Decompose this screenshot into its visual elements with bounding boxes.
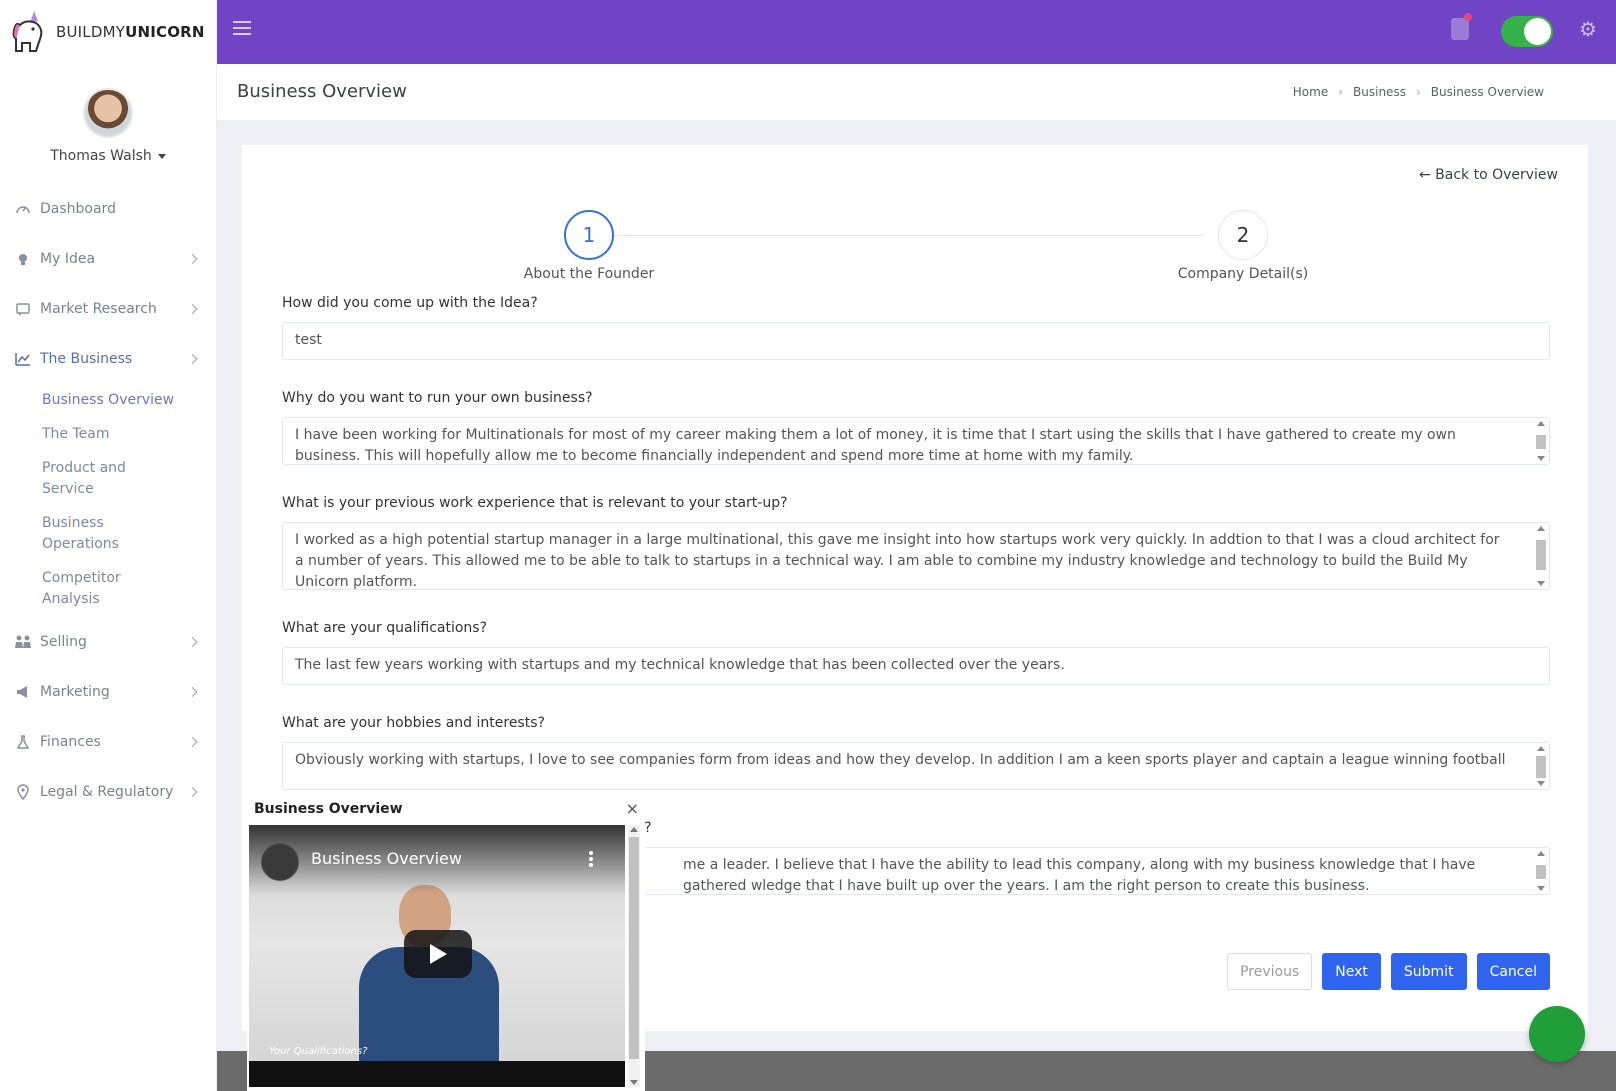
sidebar-item-the-business[interactable]: The Business — [0, 334, 216, 384]
chat-fab-button[interactable] — [1529, 1006, 1585, 1062]
unicorn-logo-icon — [12, 11, 43, 52]
textarea-scrollbar[interactable] — [1535, 746, 1547, 786]
form-buttons: Previous Next Submit Cancel — [1227, 953, 1550, 990]
page-header: Business Overview Home › Business › Busi… — [217, 64, 1616, 121]
textarea-scrollbar[interactable] — [1535, 421, 1547, 461]
sidebar-item-dashboard[interactable]: Dashboard — [0, 184, 216, 234]
step-2-circle[interactable]: 2 — [1218, 210, 1268, 260]
step-1-circle[interactable]: 1 — [564, 210, 614, 260]
video-title[interactable]: Business Overview — [311, 849, 462, 868]
chat-icon — [14, 300, 32, 318]
chevron-right-icon — [187, 304, 198, 314]
location-pin-icon — [14, 783, 32, 801]
sidebar-sub-competitor-analysis[interactable]: Competitor Analysis — [42, 562, 152, 617]
chevron-right-icon — [187, 637, 198, 647]
chevron-right-icon: › — [1338, 85, 1344, 99]
question-label: What are your hobbies and interests? — [282, 715, 545, 731]
topbar: ⚙ — [217, 0, 1616, 64]
stepper-line — [592, 235, 1204, 236]
question-label: What are your qualifications? — [282, 620, 488, 636]
popup-scrollbar[interactable] — [628, 825, 640, 1087]
sidebar-sub-product-and-service[interactable]: Product and Service — [42, 452, 152, 507]
channel-avatar[interactable] — [261, 843, 299, 881]
logo[interactable]: BUILDMYUNICORN — [0, 0, 216, 64]
user-menu[interactable]: Thomas Walsh — [0, 148, 216, 164]
sidebar-sub-business-operations[interactable]: Business Operations — [42, 507, 152, 562]
mode-toggle[interactable] — [1501, 16, 1553, 47]
avatar[interactable] — [83, 88, 133, 138]
video-caption: Your Qualifications? — [269, 1046, 368, 1057]
answer-textarea-motivation[interactable]: I have been working for Multinationals f… — [282, 417, 1550, 465]
breadcrumb-home[interactable]: Home — [1293, 85, 1328, 99]
more-options-icon[interactable] — [589, 851, 593, 867]
megaphone-icon — [14, 683, 32, 701]
notification-badge — [1464, 13, 1472, 21]
breadcrumb-current: Business Overview — [1430, 85, 1544, 99]
sidebar-item-finances[interactable]: Finances — [0, 717, 216, 767]
answer-textarea-hobbies[interactable]: Obviously working with startups, I love … — [282, 742, 1550, 790]
sidebar-sub-business-overview[interactable]: Business Overview — [42, 384, 216, 418]
question-label: How did you come up with the Idea? — [282, 295, 538, 311]
video-player[interactable]: Business Overview Your Qualifications? — [249, 825, 625, 1087]
previous-button[interactable]: Previous — [1227, 953, 1313, 990]
brand-name: BUILDMYUNICORN — [56, 23, 205, 41]
cancel-button[interactable]: Cancel — [1476, 953, 1550, 990]
chevron-right-icon — [187, 354, 198, 364]
sidebar-item-marketing[interactable]: Marketing — [0, 667, 216, 717]
answer-input-idea[interactable]: test — [282, 322, 1550, 360]
sidebar-item-market-research[interactable]: Market Research — [0, 284, 216, 334]
chevron-right-icon — [187, 687, 198, 697]
breadcrumb: Home › Business › Business Overview — [1293, 85, 1544, 99]
video-bottom-bar — [249, 1061, 625, 1087]
caret-down-icon — [157, 153, 166, 159]
sidebar-item-legal-regulatory[interactable]: Legal & Regulatory — [0, 767, 216, 817]
play-button-icon[interactable] — [404, 930, 472, 978]
answer-input-qualifications[interactable]: The last few years working with startups… — [282, 647, 1550, 685]
textarea-scrollbar[interactable] — [1535, 851, 1547, 891]
question-label: Why do you want to run your own business… — [282, 390, 593, 406]
chevron-right-icon — [187, 737, 198, 747]
people-icon — [14, 633, 32, 651]
flask-icon — [14, 733, 32, 751]
dashboard-icon — [14, 200, 32, 218]
sidebar-item-selling[interactable]: Selling — [0, 617, 216, 667]
submit-button[interactable]: Submit — [1390, 953, 1467, 990]
page-title: Business Overview — [237, 81, 407, 102]
chart-icon — [14, 350, 32, 368]
sidebar-submenu-business: Business Overview The Team Product and S… — [0, 384, 216, 617]
question-label: What is your previous work experience th… — [282, 495, 788, 511]
chevron-right-icon — [187, 787, 198, 797]
video-popup: Business Overview × Business Overview Yo… — [247, 795, 645, 1091]
back-to-overview-link[interactable]: ← Back to Overview — [1419, 167, 1558, 183]
sidebar-sub-the-team[interactable]: The Team — [42, 418, 216, 452]
answer-textarea-experience[interactable]: I worked as a high potential startup man… — [282, 522, 1550, 590]
notification-icon[interactable] — [1451, 18, 1469, 40]
textarea-scrollbar[interactable] — [1535, 526, 1547, 586]
stepper: 1 2 About the Founder Company Detail(s) — [242, 210, 1588, 282]
breadcrumb-business[interactable]: Business — [1353, 85, 1406, 99]
hamburger-menu-icon[interactable] — [233, 21, 251, 35]
step-1-label: About the Founder — [523, 266, 655, 282]
chevron-right-icon: › — [1415, 85, 1421, 99]
sidebar-item-my-idea[interactable]: My Idea — [0, 234, 216, 284]
popup-title: Business Overview — [254, 801, 403, 817]
sidebar: BUILDMYUNICORN Thomas Walsh Dashboard My… — [0, 0, 217, 1091]
gear-icon[interactable]: ⚙ — [1579, 19, 1599, 39]
lightbulb-icon — [14, 250, 32, 268]
next-button[interactable]: Next — [1322, 953, 1381, 990]
close-icon[interactable]: × — [626, 799, 639, 818]
toggle-knob — [1524, 18, 1551, 45]
step-2-label: Company Detail(s) — [1177, 266, 1309, 282]
user-name: Thomas Walsh — [50, 148, 152, 164]
chevron-right-icon — [187, 254, 198, 264]
